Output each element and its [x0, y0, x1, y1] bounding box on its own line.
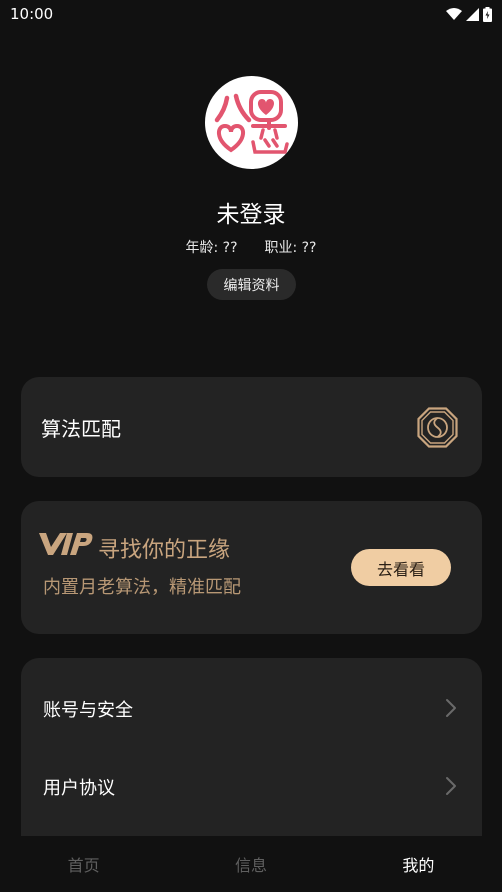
- profile-meta: 年龄: ?? 职业: ??: [0, 237, 502, 257]
- tab-messages[interactable]: 信息: [167, 836, 334, 892]
- status-icons: [446, 6, 492, 22]
- tab-mine[interactable]: 我的: [335, 836, 502, 892]
- vip-badge-icon: [39, 533, 93, 555]
- vip-title: 寻找你的正缘: [98, 538, 231, 563]
- status-time: 10:00: [10, 5, 54, 23]
- chevron-right-icon: [446, 699, 456, 717]
- job-label: 职业:: [264, 240, 298, 256]
- chevron-right-icon: [446, 777, 456, 795]
- battery-icon: [483, 6, 492, 22]
- avatar[interactable]: [205, 76, 298, 169]
- status-bar: 10:00: [0, 0, 502, 28]
- menu-item-account-security[interactable]: 账号与安全: [21, 678, 482, 738]
- menu-item-label: 用户协议: [43, 778, 115, 799]
- vip-card[interactable]: 寻找你的正缘 内置月老算法，精准匹配 去看看: [21, 501, 482, 634]
- age-label: 年龄:: [185, 240, 219, 256]
- username: 未登录: [216, 202, 286, 228]
- algorithm-match-label: 算法匹配: [41, 417, 121, 441]
- settings-menu-card: 账号与安全 用户协议: [21, 658, 482, 858]
- edit-profile-button[interactable]: 编辑资料: [207, 269, 296, 300]
- algorithm-match-card[interactable]: 算法匹配: [21, 377, 482, 477]
- vip-go-button[interactable]: 去看看: [351, 549, 451, 586]
- job-value: ??: [301, 240, 317, 256]
- menu-item-user-agreement[interactable]: 用户协议: [21, 756, 482, 816]
- app-logo-icon: [214, 90, 289, 154]
- vip-subtitle: 内置月老算法，精准匹配: [43, 577, 241, 598]
- age-value: ??: [222, 240, 238, 256]
- wifi-icon: [446, 7, 462, 20]
- menu-item-label: 账号与安全: [43, 700, 133, 721]
- yin-yang-octagon-icon: [417, 407, 458, 448]
- tab-home[interactable]: 首页: [0, 836, 167, 892]
- bottom-tab-bar: 首页 信息 我的: [0, 836, 502, 892]
- signal-icon: [466, 7, 479, 21]
